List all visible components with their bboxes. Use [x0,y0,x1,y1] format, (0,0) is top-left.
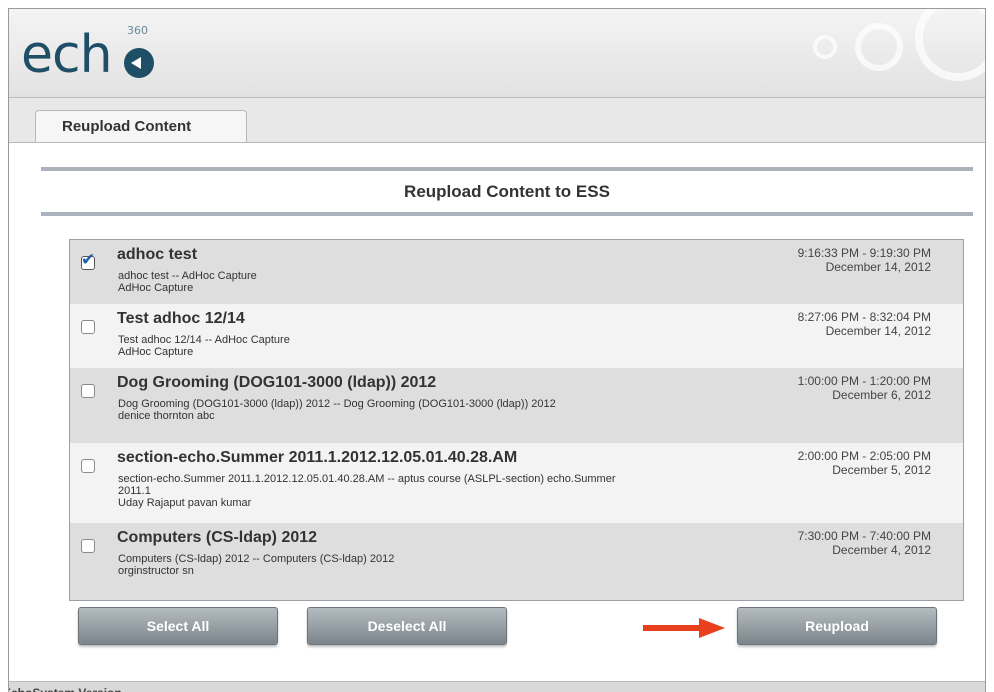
item-time-range: 7:30:00 PM - 7:40:00 PM [797,529,931,543]
tab-reupload-content[interactable]: Reupload Content [35,110,247,144]
item-description: adhoc test -- AdHoc Capture AdHoc Capture [118,270,638,294]
item-presenter: denice thornton abc [118,410,215,422]
item-checkbox[interactable]: ✔ [81,251,95,270]
item-subtitle: Dog Grooming (DOG101-3000 (ldap)) 2012 -… [118,398,556,410]
divider-top [41,167,973,171]
footer-version-text: EchoSystem Version [9,684,122,692]
item-time: 1:00:00 PM - 1:20:00 PM December 6, 2012 [798,374,931,402]
deselect-all-button[interactable]: Deselect All [307,607,507,645]
item-time: 7:30:00 PM - 7:40:00 PM December 4, 2012 [798,529,931,557]
item-title: Computers (CS-ldap) 2012 [117,529,318,546]
echo360-logo: ech 360 [21,21,191,91]
item-date: December 4, 2012 [832,543,931,557]
item-time-range: 1:00:00 PM - 1:20:00 PM [797,374,931,388]
item-time-range: 8:27:06 PM - 8:32:04 PM [797,310,931,324]
select-all-button[interactable]: Select All [78,607,278,645]
item-subtitle: Computers (CS-ldap) 2012 -- Computers (C… [118,553,395,565]
item-description: Test adhoc 12/14 -- AdHoc Capture AdHoc C… [118,334,638,358]
list-item[interactable]: Computers (CS-ldap) 2012 Computers (CS-ld… [70,523,963,600]
arrow-right-icon [643,618,725,638]
item-time: 2:00:00 PM - 2:05:00 PM December 5, 2012 [798,449,931,477]
item-title: Dog Grooming (DOG101-3000 (ldap)) 2012 [117,374,437,391]
logo-superscript: 360 [127,24,148,37]
app-window: ech 360 Reupload Content Reupload Conten… [8,8,986,692]
item-time-range: 2:00:00 PM - 2:05:00 PM [797,449,931,463]
item-checkbox[interactable] [81,384,95,398]
item-checkbox[interactable] [81,539,95,553]
list-item[interactable]: Test adhoc 12/14 Test adhoc 12/14 -- AdHo… [70,304,963,368]
item-checkbox[interactable] [81,320,95,334]
reupload-button[interactable]: Reupload [737,607,937,645]
item-subtitle: Test adhoc 12/14 -- AdHoc Capture [118,334,290,346]
item-time-range: 9:16:33 PM - 9:19:30 PM [797,246,931,260]
recording-list: ✔ adhoc test adhoc test -- AdHoc Capture Ad… [69,239,964,601]
item-presenter: AdHoc Capture [118,282,194,294]
list-item[interactable]: Dog Grooming (DOG101-3000 (ldap)) 2012 Do… [70,368,963,443]
watermark-logo-icon [795,9,985,97]
list-item[interactable]: ✔ adhoc test adhoc test -- AdHoc Capture Ad… [70,240,963,304]
item-time: 8:27:06 PM - 8:32:04 PM December 14, 2012 [798,310,931,338]
checkmark-icon: ✔ [81,250,96,269]
divider-bottom [41,212,973,216]
item-time: 9:16:33 PM - 9:19:30 PM December 14, 2012 [798,246,931,274]
item-description: section-echo.Summer 2011.1.2012.12.05.01… [118,473,638,509]
item-date: December 14, 2012 [825,324,931,338]
list-item[interactable]: section-echo.Summer 2011.1.2012.12.05.01… [70,443,963,523]
item-presenter: Uday Rajaput pavan kumar [118,497,252,509]
logo-play-icon [124,48,154,78]
item-title: adhoc test [117,246,198,263]
item-description: Computers (CS-ldap) 2012 -- Computers (C… [118,553,638,577]
footer: EchoSystem Version [9,681,985,692]
item-date: December 14, 2012 [825,260,931,274]
tab-bar: Reupload Content [9,98,985,144]
logo-text: ech [21,25,113,85]
item-title: section-echo.Summer 2011.1.2012.12.05.01… [117,449,518,466]
item-presenter: orginstructor sn [118,565,194,577]
section-title: Reupload Content to ESS [404,182,610,201]
item-title: Test adhoc 12/14 [117,310,245,327]
item-description: Dog Grooming (DOG101-3000 (ldap)) 2012 -… [118,398,638,422]
item-subtitle: section-echo.Summer 2011.1.2012.12.05.01… [118,473,616,497]
item-date: December 6, 2012 [832,388,931,402]
item-checkbox[interactable] [81,459,95,473]
item-presenter: AdHoc Capture [118,346,194,358]
main-content: Reupload Content to ESS ✔ adhoc test adhoc… [9,142,985,683]
item-date: December 5, 2012 [832,463,931,477]
header: ech 360 [9,9,985,98]
item-subtitle: adhoc test -- AdHoc Capture [118,270,257,282]
